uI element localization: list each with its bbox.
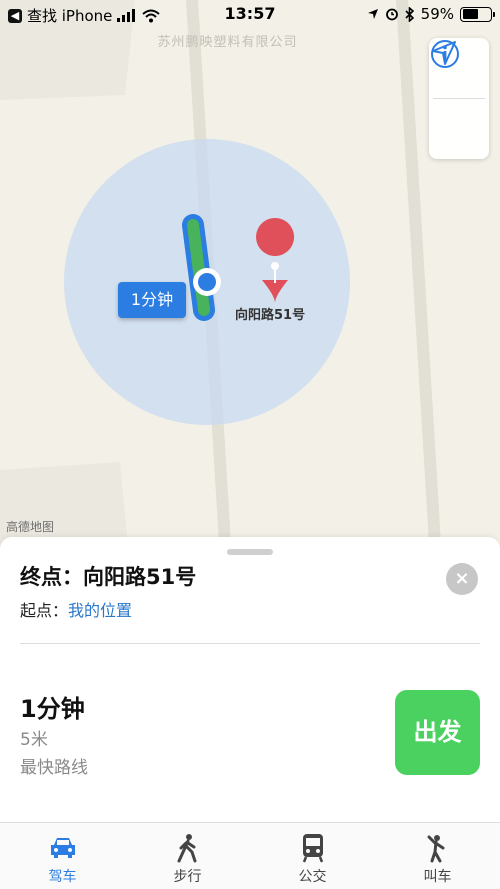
map-attribution: 高德地图 <box>6 520 55 534</box>
hail-icon <box>427 835 444 863</box>
tab-label: 步行 <box>173 869 202 885</box>
route-distance: 5米 <box>20 730 48 750</box>
destination-name: 向阳路51号 <box>83 565 197 589</box>
close-button[interactable]: × <box>446 563 478 595</box>
locate-button[interactable] <box>429 41 489 159</box>
current-location-dot[interactable] <box>198 273 216 291</box>
tab-transit[interactable]: 公交 <box>250 823 375 889</box>
tab-hail[interactable]: 叫车 <box>375 823 500 889</box>
destination-prefix: 终点： <box>20 565 83 589</box>
battery-level <box>462 9 479 19</box>
transport-tab-bar: 驾车 步行 公交 叫车 <box>0 822 500 889</box>
status-right: 59% <box>367 5 495 23</box>
map-controls <box>429 38 489 159</box>
map-canvas <box>0 0 442 560</box>
close-icon: × <box>454 568 470 589</box>
map-poi-label: 苏州鹏映塑料有限公司 <box>157 35 298 50</box>
walk-icon <box>177 834 196 863</box>
tab-drive[interactable]: 驾车 <box>0 823 125 889</box>
start-point-link[interactable]: 我的位置 <box>68 601 132 620</box>
bluetooth-icon <box>405 6 414 22</box>
battery-percent: 59% <box>420 5 454 23</box>
tab-walk[interactable]: 步行 <box>125 823 250 889</box>
location-arrow-icon <box>432 41 456 65</box>
tab-label: 公交 <box>298 869 327 885</box>
battery-icon <box>460 6 495 22</box>
sheet-grabber[interactable] <box>227 549 273 555</box>
route-description: 最快路线 <box>20 758 88 778</box>
status-bar: ◀ 查找 iPhone 13:57 59% <box>0 0 500 30</box>
location-services-icon <box>367 9 378 19</box>
route-duration: 1分钟 <box>20 695 85 723</box>
sheet-divider <box>20 643 480 644</box>
car-icon <box>50 838 75 858</box>
start-prefix: 起点： <box>20 601 69 620</box>
map-view[interactable]: 苏州鹏映塑料有限公司 1分钟 向阳路51号 高德地图 <box>0 0 500 560</box>
bus-icon <box>302 834 323 863</box>
map-block <box>0 462 128 548</box>
destination-map-label: 向阳路51号 <box>235 308 306 323</box>
tab-label: 驾车 <box>48 869 77 885</box>
route-time-bubble[interactable]: 1分钟 <box>118 282 186 318</box>
alarm-icon <box>385 8 398 21</box>
start-point-row: 起点：我的位置 <box>20 597 132 621</box>
destination-title: 终点：向阳路51号 <box>20 561 196 591</box>
tab-label: 叫车 <box>423 869 452 885</box>
start-navigation-button[interactable]: 出发 <box>395 690 480 775</box>
